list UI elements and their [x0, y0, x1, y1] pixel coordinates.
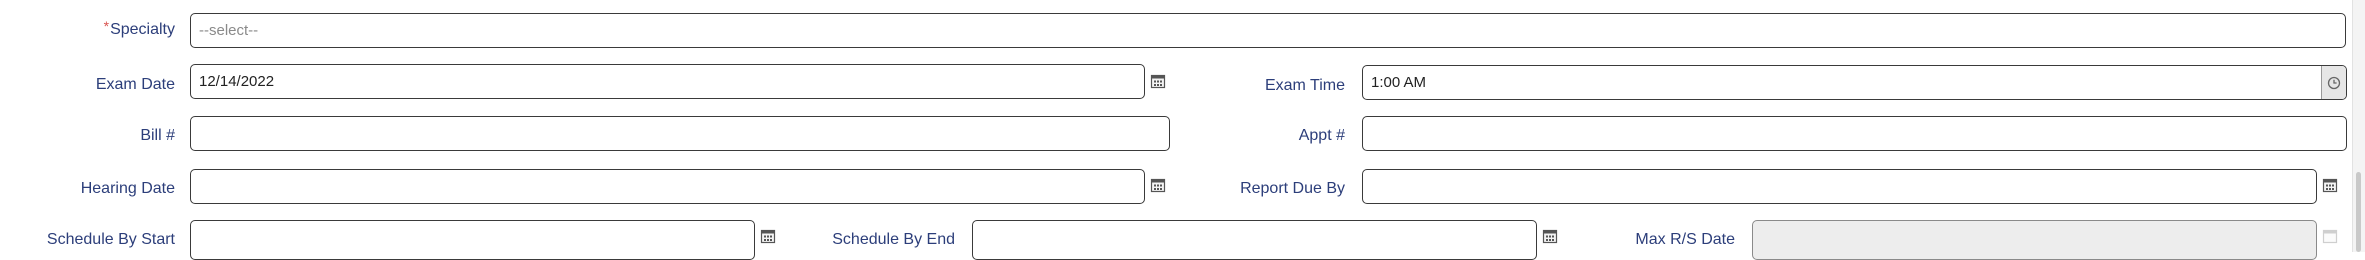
- exam-time-input[interactable]: 1:00 AM: [1362, 65, 2347, 100]
- schedule-by-start-input[interactable]: [190, 220, 755, 260]
- exam-time-label: Exam Time: [1264, 77, 1345, 94]
- scrollbar-thumb[interactable]: [2356, 172, 2361, 252]
- exam-date-label: Exam Date: [95, 76, 175, 93]
- clock-icon[interactable]: [2321, 66, 2346, 99]
- required-asterisk: *: [103, 18, 110, 34]
- report-due-by-label: Report Due By: [1240, 180, 1345, 197]
- vertical-scrollbar[interactable]: [2352, 0, 2365, 252]
- calendar-icon[interactable]: [1542, 228, 1558, 244]
- exam-date-input[interactable]: 12/14/2022: [190, 64, 1145, 99]
- appt-number-label: Appt #: [1298, 127, 1345, 144]
- calendar-icon: [2322, 229, 2338, 244]
- bill-number-input[interactable]: [190, 116, 1170, 151]
- schedule-by-start-label: Schedule By Start: [46, 231, 175, 248]
- schedule-by-end-input[interactable]: [972, 220, 1537, 260]
- specialty-placeholder: --select--: [199, 22, 259, 39]
- exam-date-value: 12/14/2022: [199, 73, 275, 90]
- calendar-icon[interactable]: [1150, 177, 1166, 193]
- hearing-date-input[interactable]: [190, 169, 1145, 204]
- max-rs-date-input: [1752, 220, 2317, 260]
- appt-number-input[interactable]: [1362, 116, 2347, 151]
- calendar-icon[interactable]: [760, 228, 776, 244]
- specialty-label: *Specialty: [20, 18, 175, 39]
- calendar-icon[interactable]: [1150, 73, 1166, 89]
- bill-number-label: Bill #: [140, 127, 175, 144]
- hearing-date-label: Hearing Date: [80, 180, 175, 197]
- specialty-label-text: Specialty: [110, 21, 175, 38]
- calendar-icon[interactable]: [2322, 177, 2338, 193]
- report-due-by-input[interactable]: [1362, 169, 2317, 204]
- exam-time-value: 1:00 AM: [1371, 74, 1427, 91]
- specialty-select[interactable]: --select--: [190, 13, 2346, 48]
- schedule-by-end-label: Schedule By End: [832, 231, 955, 248]
- max-rs-date-label: Max R/S Date: [1635, 231, 1735, 248]
